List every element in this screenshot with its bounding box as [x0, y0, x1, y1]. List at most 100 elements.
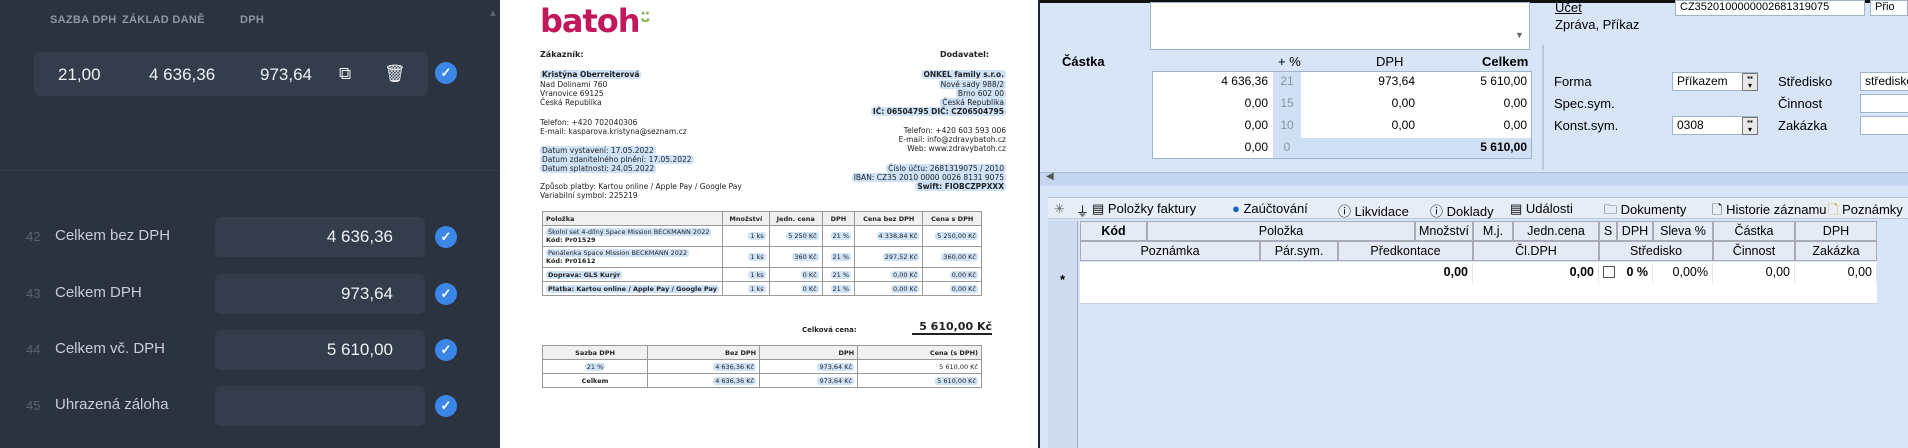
- vat-cell[interactable]: 0,00: [1301, 116, 1419, 136]
- col-header-order[interactable]: Zakázka: [1795, 241, 1877, 261]
- base-cell[interactable]: 0,00: [1152, 116, 1272, 136]
- supplier-city: Brno 602 00: [955, 89, 1006, 98]
- tab-documents-linked[interactable]: ⓘ Doklady: [1430, 201, 1494, 220]
- row-number: 45: [26, 398, 41, 413]
- vat-cell[interactable]: 0,00: [1301, 94, 1419, 114]
- new-row-amount[interactable]: 0,00: [1713, 263, 1795, 283]
- row-label: Celkem vč. DPH: [55, 340, 166, 357]
- trash-icon[interactable]: 🗑: [384, 64, 406, 84]
- tab-items[interactable]: ▤ Položky faktury: [1092, 201, 1196, 217]
- activity-field[interactable]: [1860, 94, 1908, 113]
- col-header-item[interactable]: Položka: [1147, 221, 1415, 241]
- vat-label: DPH: [1376, 54, 1404, 69]
- col-header-note[interactable]: Poznámka: [1080, 241, 1260, 261]
- value-field[interactable]: 4 636,36: [215, 217, 425, 257]
- col-header-discount[interactable]: Sleva %: [1653, 221, 1713, 241]
- center-label: Středisko: [1778, 74, 1833, 89]
- item-net: 297,52 Kč: [882, 253, 920, 261]
- value-field[interactable]: 973,64: [215, 274, 425, 314]
- col-header-precontation[interactable]: Předkontace: [1338, 241, 1473, 261]
- base-cell[interactable]: 4 636,36: [1152, 72, 1272, 92]
- horizontal-scrollbar[interactable]: [1040, 172, 1908, 186]
- rate-cell: 15: [1280, 96, 1294, 110]
- item-qty: 1 ks: [748, 253, 766, 261]
- header-tax-base: ZÁKLAD DANĚ: [122, 14, 205, 26]
- text-area[interactable]: [1150, 2, 1530, 50]
- dropdown-icon[interactable]: ▪▪ ▾: [1742, 117, 1758, 135]
- divider: [0, 170, 500, 171]
- col-header-s[interactable]: S: [1599, 221, 1617, 241]
- tab-label: Dokumenty: [1620, 202, 1687, 217]
- dropdown-icon[interactable]: ▪▪ ▾: [1742, 73, 1758, 91]
- total-cell[interactable]: 0,00: [1419, 116, 1531, 136]
- new-row-vat[interactable]: 0 %: [1617, 263, 1653, 283]
- check-icon[interactable]: ✓: [435, 395, 457, 417]
- tab-files[interactable]: 🗀 Dokumenty: [1604, 201, 1686, 223]
- col-header-center[interactable]: Středisko: [1599, 241, 1713, 261]
- asterisk-icon[interactable]: ✳: [1054, 201, 1065, 217]
- total-cell[interactable]: 5 610,00: [1419, 72, 1531, 92]
- priority-field[interactable]: Přio: [1870, 0, 1908, 16]
- col-header-code[interactable]: Kód: [1080, 221, 1147, 241]
- row-label: Celkem bez DPH: [55, 227, 171, 244]
- col-header: Položka: [542, 211, 723, 226]
- value-field[interactable]: 5 610,00: [215, 330, 425, 370]
- col-header-activity[interactable]: Činnost: [1713, 241, 1795, 261]
- new-row-discount[interactable]: 0,00%: [1653, 263, 1713, 283]
- scroll-up-icon[interactable]: ▲: [488, 8, 498, 19]
- scroll-down-icon[interactable]: ▼: [1515, 30, 1524, 40]
- check-icon[interactable]: ✓: [435, 339, 457, 361]
- tab-label: Poznámky: [1842, 202, 1903, 217]
- tab-liquidation[interactable]: ⓘ Likvidace: [1338, 201, 1409, 220]
- vat-base: 4 636,36 Kč: [713, 376, 757, 385]
- base-cell[interactable]: 0,00: [1152, 94, 1272, 114]
- new-row-unit-price[interactable]: 0,00: [1513, 263, 1599, 283]
- tab-label: Doklady: [1446, 204, 1494, 219]
- col-header-amount[interactable]: Částka: [1713, 221, 1795, 241]
- grand-total-cell: 5 610,00: [1480, 140, 1527, 154]
- col-header: Množství: [721, 211, 770, 226]
- new-row-vat-amount[interactable]: 0,00: [1795, 263, 1877, 283]
- center-field[interactable]: středisko: [1860, 72, 1908, 91]
- customer-city: Vranovice 69125: [540, 89, 604, 98]
- tab-accounting[interactable]: ● Zaúčtování: [1232, 201, 1308, 216]
- col-header-vat-line[interactable]: Čl.DPH: [1473, 241, 1599, 261]
- summary-row[interactable]: 45 Uhrazená záloha ✓: [0, 386, 500, 426]
- check-icon[interactable]: ✓: [435, 226, 457, 248]
- col-header-vat-amount[interactable]: DPH: [1795, 221, 1877, 241]
- vat-cell[interactable]: 973,64: [1301, 72, 1419, 92]
- col-header-unit[interactable]: M.j.: [1473, 221, 1513, 241]
- value-field[interactable]: [215, 386, 425, 426]
- table-row: Doprava: GLS Kurýr 1 ks 0 Kč 21 % 0,00 K…: [542, 267, 982, 282]
- tab-notes[interactable]: 🗋 Poznámky: [1828, 201, 1903, 223]
- date-taxable: Datum zdanitelného plnění: 17.05.2022: [540, 155, 694, 164]
- base-cell[interactable]: 0,00: [1152, 138, 1272, 158]
- filter-icon[interactable]: ⏚: [1076, 201, 1089, 220]
- col-header: Bez DPH: [647, 345, 761, 360]
- tab-history[interactable]: 🗋 Historie záznamu: [1712, 201, 1827, 223]
- summary-row[interactable]: 42 Celkem bez DPH 4 636,36 ✓: [0, 217, 500, 257]
- item-unit-price: 5 250 Kč: [786, 232, 819, 240]
- logo-smile-icon: ᵕ̈: [640, 10, 651, 35]
- total-cell[interactable]: 0,00: [1419, 94, 1531, 114]
- spec-symbol-label: Spec.sym.: [1554, 96, 1615, 111]
- col-header-unit-price[interactable]: Jedn.cena: [1513, 221, 1599, 241]
- summary-row[interactable]: 44 Celkem vč. DPH 5 610,00 ✓: [0, 330, 500, 370]
- check-icon[interactable]: ✓: [435, 62, 457, 84]
- summary-row[interactable]: 43 Celkem DPH 973,64 ✓: [0, 274, 500, 314]
- col-header-pair-symbol[interactable]: Pár.sym.: [1260, 241, 1338, 261]
- order-field[interactable]: [1860, 116, 1908, 135]
- account-field[interactable]: CZ3520100000002681319075: [1675, 0, 1865, 16]
- check-icon[interactable]: ✓: [435, 283, 457, 305]
- tab-events[interactable]: ▤ Události: [1510, 201, 1573, 217]
- scroll-left-icon[interactable]: ◀: [1046, 171, 1054, 182]
- vat-rate-row[interactable]: 21,00 4 636,36 973,64 ⧉ 🗑: [34, 52, 428, 96]
- new-row-qty[interactable]: 0,00: [1415, 263, 1473, 283]
- vat-table: Sazba DPH Bez DPH DPH Cena (s DPH) 21 % …: [541, 345, 982, 388]
- amount-label: Částka: [1062, 54, 1105, 69]
- col-header-vat[interactable]: DPH: [1617, 221, 1653, 241]
- col-header-qty[interactable]: Množství: [1415, 221, 1473, 241]
- col-header: Sazba DPH: [541, 345, 649, 360]
- new-row-s-checkbox[interactable]: [1603, 266, 1615, 278]
- copy-icon[interactable]: ⧉: [339, 64, 351, 84]
